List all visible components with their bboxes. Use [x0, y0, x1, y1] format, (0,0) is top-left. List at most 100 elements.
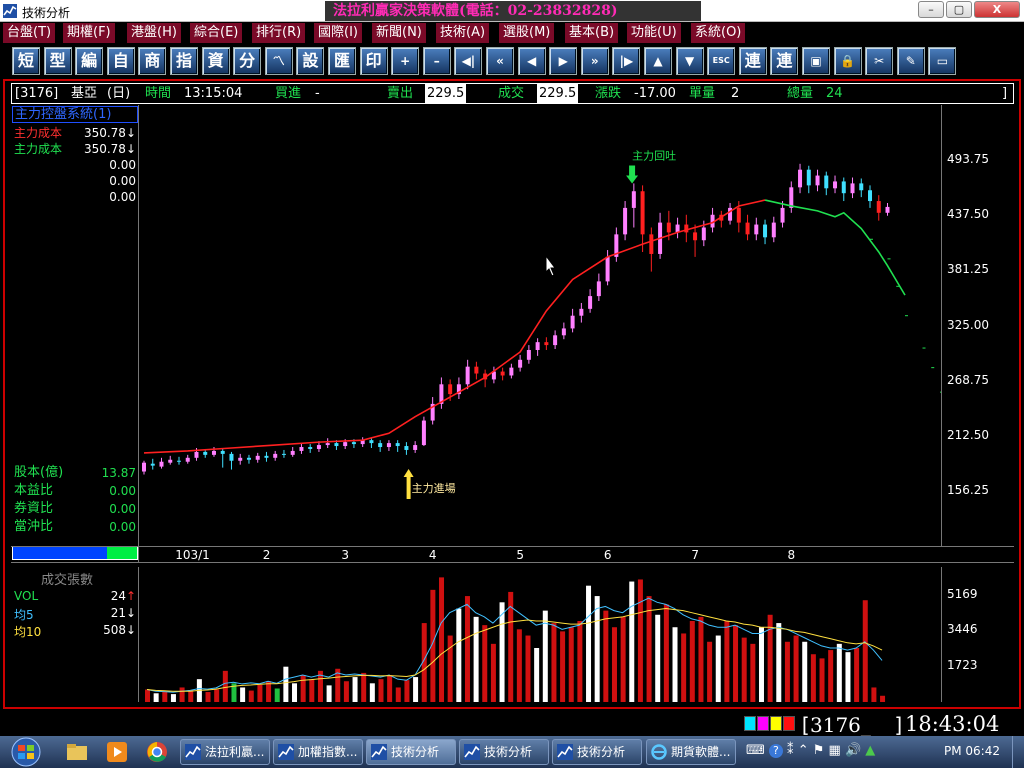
fundamental-value: 0.00 — [109, 502, 136, 516]
symbol-code: [3176] — [15, 86, 59, 101]
volume-header[interactable]: 成交張數 — [41, 569, 93, 588]
indicator-row: 0.00 — [14, 157, 138, 173]
show-desktop-button[interactable] — [1012, 736, 1024, 768]
taskbar-item[interactable]: 法拉利贏... — [180, 739, 270, 765]
indicator-row: 主力成本 350.78↓ — [14, 125, 138, 141]
toolbar-button-分[interactable]: 分 — [233, 47, 262, 75]
volume-bar — [750, 643, 756, 702]
volume-bar — [395, 687, 401, 702]
candle — [710, 207, 715, 233]
price-chart[interactable]: 主力進場 主力回吐 — [140, 105, 941, 546]
volume-bar — [179, 687, 185, 702]
taskbar-clock[interactable]: PM 06:42 — [944, 744, 1000, 758]
candle — [439, 377, 444, 409]
up-icon[interactable]: ▲ — [644, 47, 672, 75]
minimize-button[interactable]: – — [918, 1, 944, 18]
time-label: 時間 — [145, 86, 172, 101]
indicator-system-header[interactable]: 主力控盤系統(1) — [12, 106, 138, 123]
minus-icon[interactable]: – — [422, 47, 451, 75]
menu-item-9[interactable]: 基本(B) — [565, 23, 619, 43]
menu-item-0[interactable]: 台盤(T) — [3, 23, 56, 43]
menu-item-6[interactable]: 新聞(N) — [372, 23, 426, 43]
fundamental-label: 本益比 — [14, 483, 54, 498]
toolbar-button-商[interactable]: 商 — [138, 47, 167, 75]
price-tick-label: 381.25 — [947, 262, 989, 277]
volume-bar — [283, 666, 289, 702]
menu-item-10[interactable]: 功能(U) — [627, 23, 681, 43]
tools-icon[interactable]: ✂ — [865, 47, 894, 75]
taskbar-item[interactable]: 技術分析 — [366, 739, 456, 765]
taskbar-item[interactable]: 技術分析 — [459, 739, 549, 765]
indicator-label: 主力成本 — [14, 142, 63, 156]
forward-icon[interactable]: ▶ — [549, 47, 578, 75]
keyboard-icon[interactable]: ⌨ — [746, 743, 765, 758]
toolbar-button-編[interactable]: 編 — [75, 47, 104, 75]
drive-icon[interactable]: ▲ — [865, 743, 875, 758]
taskbar-item[interactable]: 技術分析 — [552, 739, 642, 765]
chrome-icon[interactable] — [146, 741, 168, 763]
menu-item-3[interactable]: 綜合(E) — [190, 23, 243, 43]
network-icon[interactable]: ▦ — [829, 743, 841, 758]
toolbar-button-印[interactable]: 印 — [359, 47, 388, 75]
volume-bar — [162, 691, 168, 702]
first-icon[interactable]: ◀| — [454, 47, 483, 75]
toolbar-button-設[interactable]: 設 — [296, 47, 325, 75]
taskbar-item[interactable]: 加權指數... — [273, 739, 363, 765]
menu-item-5[interactable]: 國際(I) — [314, 23, 362, 43]
chart-line-icon[interactable]: 〽 — [264, 47, 293, 75]
candle — [142, 460, 146, 475]
taskbar-item[interactable]: 期貨軟體... — [646, 739, 736, 765]
toolbar-button-自[interactable]: 自 — [106, 47, 135, 75]
toolbar-button-連[interactable]: 連 — [738, 47, 767, 75]
volume-value: 508 — [103, 623, 126, 637]
language-icon[interactable]: ⁑ — [787, 743, 794, 758]
volume-bar — [707, 641, 713, 702]
close-button[interactable]: X — [974, 1, 1020, 18]
toolbar-button-匯[interactable]: 匯 — [328, 47, 356, 75]
plus-icon[interactable]: + — [391, 47, 420, 75]
menu-item-11[interactable]: 系統(O) — [691, 23, 746, 43]
candle — [631, 183, 636, 228]
help-icon[interactable]: ? — [768, 744, 783, 758]
volume-bar — [361, 672, 367, 702]
toolbar-button-指[interactable]: 指 — [170, 47, 198, 75]
volume-bar — [620, 616, 626, 702]
toolbar-button-資[interactable]: 資 — [201, 47, 230, 75]
volume-icon[interactable]: 🔊 — [845, 743, 861, 758]
taskbar-item-label: 技術分析 — [484, 745, 533, 759]
toolbar-button-型[interactable]: 型 — [43, 47, 72, 75]
fast-back-icon[interactable]: « — [486, 47, 514, 75]
restore-button[interactable]: ▢ — [946, 1, 972, 18]
menu-item-8[interactable]: 選股(M) — [499, 23, 555, 43]
flag-icon[interactable]: ⚑ — [813, 743, 825, 758]
indicator-value: 0.00 — [109, 190, 136, 204]
candle — [763, 219, 768, 245]
toolbar-button-短[interactable]: 短 — [12, 47, 40, 75]
menu-item-1[interactable]: 期權(F) — [63, 23, 115, 43]
candle — [509, 363, 514, 379]
windows-start-icon[interactable] — [4, 737, 48, 767]
candle — [815, 169, 820, 192]
frame-icon[interactable]: ▭ — [928, 47, 957, 75]
fast-forward-icon[interactable]: » — [580, 47, 609, 75]
menu-item-4[interactable]: 排行(R) — [252, 23, 306, 43]
volume-label: 均5 — [14, 608, 34, 622]
toolbar-button-連[interactable]: 連 — [770, 47, 799, 75]
edit-icon[interactable]: ✎ — [896, 47, 925, 75]
volume-chart[interactable] — [140, 567, 941, 702]
down-icon[interactable]: ▼ — [675, 47, 704, 75]
lock-icon[interactable]: 🔒 — [833, 47, 862, 75]
window-icon[interactable]: ▣ — [802, 47, 830, 75]
tray-expand-icon[interactable]: ⌃ — [798, 743, 809, 758]
last-icon[interactable]: |▶ — [612, 47, 641, 75]
menu-item-2[interactable]: 港盤(H) — [127, 23, 181, 43]
menu-item-7[interactable]: 技術(A) — [436, 23, 490, 43]
media-player-icon[interactable] — [106, 741, 128, 763]
volume-bar — [439, 577, 445, 702]
explorer-icon[interactable] — [66, 742, 88, 762]
esc-icon[interactable]: ESC — [707, 47, 736, 75]
status-swatch — [744, 716, 756, 731]
volume-bar — [560, 631, 566, 702]
code-input[interactable]: 3176_ — [810, 713, 871, 737]
back-icon[interactable]: ◀ — [517, 47, 546, 75]
